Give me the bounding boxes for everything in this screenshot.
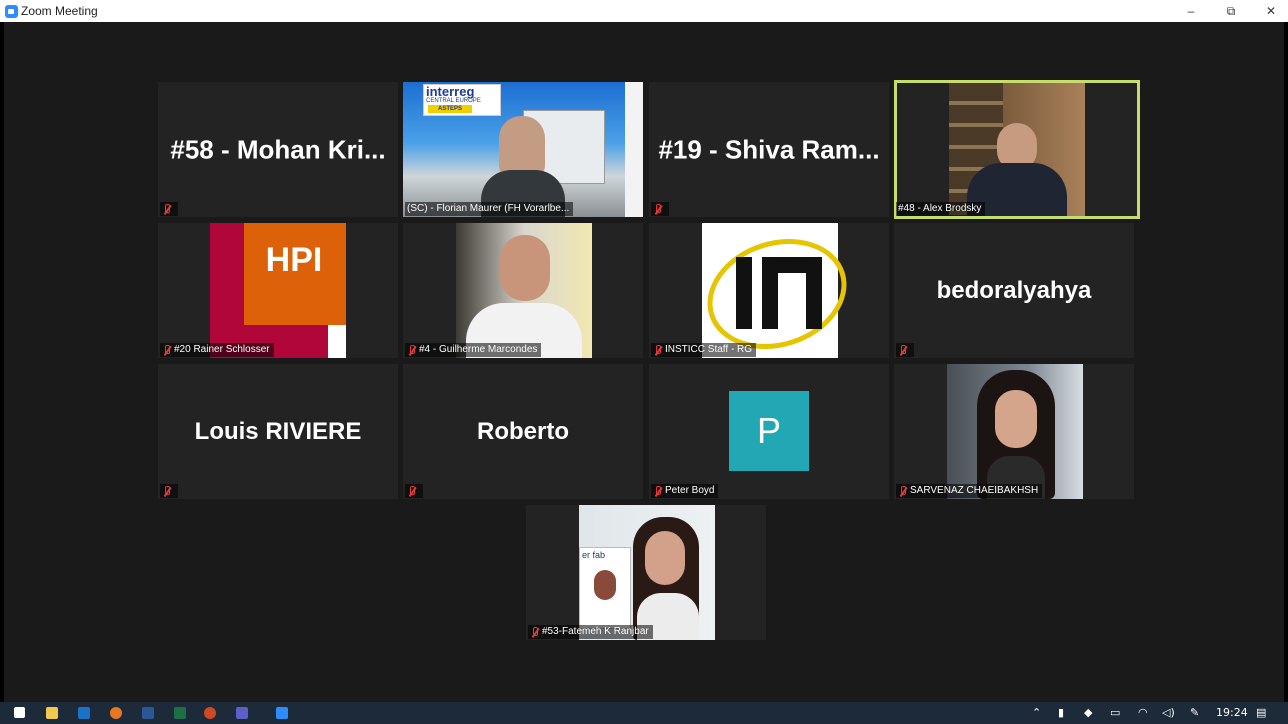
participant-tile[interactable]: Louis RIVIERE — [158, 364, 398, 499]
notifications-icon[interactable]: ▤ — [1256, 706, 1266, 719]
hpi-logo: HPI — [210, 223, 346, 358]
restore-button[interactable]: ⧉ — [1216, 2, 1246, 20]
participant-name: Peter Boyd — [665, 485, 715, 496]
dropbox-tray-icon[interactable]: ◆ — [1084, 706, 1092, 719]
muted-mic-icon — [162, 344, 171, 356]
participant-name: #4 - Guilherme Marcondes — [419, 344, 538, 355]
participant-tile[interactable]: HPI #20 Rainer Schlosser — [158, 223, 398, 358]
video-feed: er fab — [579, 505, 715, 640]
teams-icon[interactable] — [236, 707, 248, 719]
video-feed — [947, 364, 1083, 499]
participant-tile[interactable]: #58 - Mohan Kri... — [158, 82, 398, 217]
window-title: Zoom Meeting — [21, 4, 98, 18]
muted-mic-icon — [653, 344, 662, 356]
video-feed: interreg CENTRAL EUROPE ASTEPS — [403, 82, 643, 217]
participant-name-bar: #53-Fatemeh K Ranjbar — [528, 625, 653, 639]
participant-name-bar: Peter Boyd — [651, 484, 719, 498]
participant-name: SARVENAZ CHAEIBAKHSH — [910, 485, 1039, 496]
participant-name: (SC) - Florian Maurer (FH Vorarlbe... — [407, 203, 570, 214]
participant-tile[interactable]: Roberto — [403, 364, 643, 499]
file-explorer-icon[interactable] — [46, 707, 58, 719]
outlook-icon[interactable] — [78, 707, 90, 719]
windows-start-icon[interactable] — [14, 707, 25, 718]
gallery-view: #58 - Mohan Kri... interreg CENTRAL EURO… — [4, 22, 1284, 702]
excel-icon[interactable] — [174, 707, 186, 719]
participant-name-bar: #20 Rainer Schlosser — [160, 343, 274, 357]
chevron-up-icon[interactable]: ⌃ — [1032, 706, 1041, 719]
windows-taskbar: ⌃ ▮ ◆ ▭ ◠ ◁) ✎ 19:24 ▤ — [0, 702, 1288, 724]
participant-tile[interactable]: P Peter Boyd — [649, 364, 889, 499]
participant-display-name: Roberto — [477, 417, 569, 445]
person-face — [500, 235, 550, 301]
muted-mic-icon — [162, 203, 171, 215]
participant-name: #53-Fatemeh K Ranjbar — [542, 626, 649, 637]
battery-tray-icon[interactable]: ▭ — [1110, 706, 1120, 719]
volume-tray-icon[interactable]: ◁) — [1162, 706, 1175, 719]
participant-name-bar — [160, 484, 178, 498]
zoom-app-icon — [5, 5, 18, 18]
participant-name: #20 Rainer Schlosser — [174, 344, 270, 355]
interreg-logo: interreg CENTRAL EUROPE ASTEPS — [423, 84, 501, 116]
firefox-icon[interactable] — [110, 707, 122, 719]
participant-tile[interactable]: interreg CENTRAL EUROPE ASTEPS (SC) - Fl… — [403, 82, 643, 217]
muted-mic-icon — [653, 203, 662, 215]
participant-name: INSTICC Staff - RG — [665, 344, 753, 355]
minimize-button[interactable]: – — [1176, 2, 1206, 20]
video-feed — [949, 83, 1085, 216]
poster-image: er fab — [579, 547, 631, 629]
participant-name-bar: #4 - Guilherme Marcondes — [405, 343, 542, 357]
muted-mic-icon — [653, 485, 662, 497]
muted-mic-icon — [530, 626, 539, 638]
participant-tile[interactable]: er fab #53-Fatemeh K Ranjbar — [526, 505, 766, 640]
person-face — [995, 390, 1037, 448]
zoom-taskbar-icon[interactable] — [276, 707, 288, 719]
participant-name: #48 - Alex Brodsky — [898, 203, 982, 214]
participant-name-bar: #48 - Alex Brodsky — [896, 202, 986, 216]
participant-tile[interactable]: #4 - Guilherme Marcondes — [403, 223, 643, 358]
participant-name-bar — [405, 484, 423, 498]
participant-name-bar — [160, 202, 178, 216]
muted-mic-icon — [407, 485, 416, 497]
person-face — [645, 531, 685, 585]
participant-name-bar: SARVENAZ CHAEIBAKHSH — [896, 484, 1043, 498]
participant-display-name: #58 - Mohan Kri... — [170, 134, 386, 164]
muted-mic-icon — [407, 344, 416, 356]
avatar: P — [729, 391, 809, 471]
person-face — [499, 116, 545, 176]
participant-display-name: bedoralyahya — [936, 276, 1092, 304]
powerpoint-icon[interactable] — [204, 707, 216, 719]
participant-name-bar — [896, 343, 914, 357]
participant-tile[interactable]: bedoralyahya — [894, 223, 1134, 358]
muted-mic-icon — [162, 485, 171, 497]
participant-name-bar — [651, 202, 669, 216]
participant-tile[interactable]: SARVENAZ CHAEIBAKHSH — [894, 364, 1134, 499]
close-button[interactable]: ✕ — [1256, 2, 1286, 20]
participant-tile[interactable]: INSTICC Staff - RG — [649, 223, 889, 358]
participant-name-bar: INSTICC Staff - RG — [651, 343, 757, 357]
title-bar: Zoom Meeting – ⧉ ✕ — [0, 0, 1288, 22]
muted-mic-icon — [898, 485, 907, 497]
active-speaker-tile[interactable]: #48 - Alex Brodsky — [894, 80, 1140, 219]
participant-display-name: Louis RIVIERE — [194, 417, 362, 445]
pen-tray-icon[interactable]: ✎ — [1190, 706, 1199, 719]
muted-mic-icon — [898, 344, 907, 356]
microphone-tray-icon[interactable]: ▮ — [1058, 706, 1064, 719]
video-feed — [456, 223, 592, 358]
clock[interactable]: 19:24 — [1216, 706, 1248, 719]
word-icon[interactable] — [142, 707, 154, 719]
participant-display-name: #19 - Shiva Ram... — [658, 134, 880, 164]
participant-tile[interactable]: #19 - Shiva Ram... — [649, 82, 889, 217]
wifi-tray-icon[interactable]: ◠ — [1138, 706, 1148, 719]
participant-name-bar: (SC) - Florian Maurer (FH Vorarlbe... — [405, 202, 574, 216]
insticc-logo — [693, 223, 861, 358]
